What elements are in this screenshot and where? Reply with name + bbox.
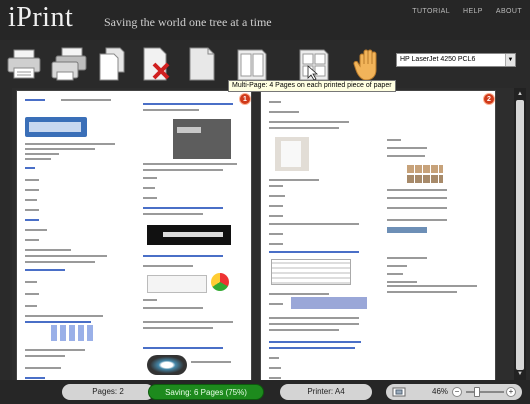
app-tagline: Saving the world one tree at a time — [104, 15, 272, 29]
zoom-level: 46% — [432, 387, 449, 396]
print-preview-area: 1 2 — [12, 88, 514, 380]
toolbar-tooltip: Multi-Page: 4 Pages on each printed piec… — [228, 80, 396, 92]
copy-pages-icon — [99, 47, 125, 81]
sheet-number-badge: 1 — [239, 93, 251, 105]
pages-count-badge: Pages: 2 — [62, 384, 154, 400]
fit-page-icon[interactable] — [392, 386, 406, 398]
copy-pages-button[interactable] — [92, 44, 132, 84]
nav-tutorial-link[interactable]: TUTORIAL — [412, 8, 450, 15]
top-navigation: TUTORIAL HELP ABOUT — [412, 8, 522, 15]
sheet-page-thumbnail — [141, 95, 249, 380]
sheet-page-thumbnail — [21, 95, 129, 380]
print-preview-button[interactable] — [48, 44, 88, 84]
zoom-in-button[interactable]: + — [506, 387, 516, 397]
page-delete-icon — [143, 47, 170, 81]
scroll-up-icon[interactable]: ▲ — [516, 90, 524, 98]
two-pages-button[interactable] — [232, 44, 272, 84]
printer-icon — [7, 49, 41, 79]
multi-page-button[interactable] — [294, 44, 334, 84]
printer-multi-icon — [51, 47, 87, 81]
two-pages-icon — [237, 49, 267, 81]
paper-size-badge[interactable]: Printer: A4 — [280, 384, 372, 400]
zoom-slider-track[interactable] — [466, 391, 504, 393]
zoom-slider-handle[interactable] — [474, 387, 480, 397]
single-page-button[interactable] — [182, 44, 222, 84]
app-header: iPrint Saving the world one tree at a ti… — [0, 0, 530, 40]
sheet-number-badge: 2 — [483, 93, 495, 105]
scrollbar-thumb[interactable] — [516, 100, 524, 370]
hand-tool-button[interactable] — [350, 44, 390, 84]
single-page-icon — [189, 47, 215, 81]
remove-page-button[interactable] — [136, 44, 176, 84]
scroll-down-icon[interactable]: ▼ — [516, 370, 524, 378]
zoom-out-button[interactable]: − — [452, 387, 462, 397]
sheet-page-thumbnail — [265, 95, 373, 380]
app-logo: iPrint — [8, 2, 74, 33]
preview-sheet[interactable]: 2 — [260, 90, 496, 380]
nav-about-link[interactable]: ABOUT — [496, 8, 522, 15]
zoom-control: 46% − + — [386, 384, 522, 400]
preview-scrollbar[interactable]: ▲ ▼ — [514, 88, 526, 380]
saving-badge: Saving: 6 Pages (75%) — [148, 384, 264, 400]
printer-selected-value: HP LaserJet 4250 PCL6 — [400, 56, 476, 63]
nav-help-link[interactable]: HELP — [463, 8, 483, 15]
printer-dropdown[interactable]: HP LaserJet 4250 PCL6 ▼ — [396, 53, 516, 67]
preview-sheet[interactable]: 1 — [16, 90, 252, 380]
sheet-page-thumbnail — [385, 95, 493, 380]
status-bar: Pages: 2 Saving: 6 Pages (75%) Printer: … — [0, 380, 530, 404]
hand-icon — [353, 49, 377, 81]
four-pages-icon — [299, 49, 329, 81]
print-button[interactable] — [4, 44, 44, 84]
chevron-down-icon[interactable]: ▼ — [505, 54, 515, 66]
